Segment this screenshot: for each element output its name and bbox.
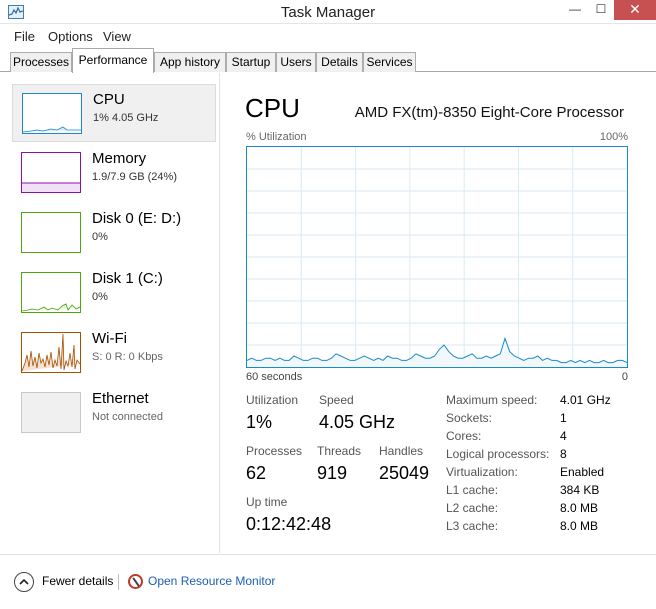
sidebar-disk0-detail: 0% [92,231,108,243]
speed-value: 4.05 GHz [319,412,396,432]
cpu-utilization-graph [246,146,628,368]
disk1-thumbnail-graph [21,272,81,313]
disk0-thumbnail-graph [21,212,81,253]
l1-cache-value: 384 KB [560,483,600,497]
sidebar-disk1-detail: 0% [92,291,108,303]
logical-processors-label: Logical processors: [446,447,550,461]
fewer-details-label[interactable]: Fewer details [42,574,113,588]
sidebar-memory-detail: 1.9/7.9 GB (24%) [92,171,177,183]
minimize-button[interactable]: — [562,0,588,20]
sidebar-item-disk-0[interactable]: Disk 0 (E: D:) 0% [12,204,216,262]
sidebar-cpu-detail: 1% 4.05 GHz [93,112,159,124]
tab-bar: Processes Performance App history Startu… [0,48,656,73]
sidebar-item-ethernet[interactable]: Ethernet Not connected [12,384,216,442]
footer-divider [118,574,119,590]
l2-cache-value: 8.0 MB [560,501,599,515]
time-axis-end-label: 0 [621,371,628,383]
resource-monitor-icon[interactable] [128,574,143,589]
cpu-detail-panel: CPU AMD FX(tm)-8350 Eight-Core Processor… [221,73,656,553]
open-resource-monitor-link[interactable]: Open Resource Monitor [148,574,275,588]
processor-name: AMD FX(tm)-8350 Eight-Core Processor [354,104,624,121]
sidebar-wifi-name: Wi-Fi [92,330,127,347]
menu-bar: File Options View [0,26,656,46]
cpu-graph-canvas [246,147,628,367]
maximize-button[interactable]: ☐ [588,0,614,20]
threads-value: 919 [317,463,348,483]
cpu-thumbnail-graph [22,93,82,134]
virtualization-label: Virtualization: [446,465,518,479]
handles-value: 25049 [379,463,430,483]
virtualization-value: Enabled [560,465,605,479]
sidebar-ethernet-detail: Not connected [92,411,163,423]
speed-label: Speed [319,393,354,407]
menu-view[interactable]: View [103,29,131,44]
cores-label: Cores: [446,429,482,443]
sidebar-disk1-name: Disk 1 (C:) [92,270,163,287]
menu-options[interactable]: Options [48,29,93,44]
sidebar-disk0-name: Disk 0 (E: D:) [92,210,182,227]
sidebar-wifi-detail: S: 0 R: 0 Kbps [92,351,163,363]
sockets-label: Sockets: [446,411,493,425]
footer-bar: Fewer details Open Resource Monitor [0,554,656,609]
page-title: CPU [245,93,300,123]
ethernet-thumbnail-graph [21,392,81,433]
fewer-details-button[interactable] [14,572,34,592]
memory-thumbnail-graph [21,152,81,193]
resource-sidebar: CPU 1% 4.05 GHz Memory 1.9/7.9 GB (24%) … [0,73,220,553]
processes-label: Processes [246,444,303,458]
tab-details[interactable]: Details [316,52,363,72]
sidebar-memory-name: Memory [92,150,147,167]
sockets-value: 1 [560,411,567,425]
close-button[interactable]: ✕ [614,0,656,20]
logical-processors-value: 8 [560,447,567,461]
max-speed-value: 4.01 GHz [560,393,611,407]
tab-services[interactable]: Services [363,52,416,72]
tab-users[interactable]: Users [276,52,316,72]
tab-app-history[interactable]: App history [154,52,226,72]
processes-value: 62 [246,463,267,483]
utilization-axis-label: % Utilization [246,131,307,143]
l3-cache-label: L3 cache: [446,519,499,533]
threads-label: Threads [317,444,362,458]
wifi-thumbnail-graph [21,332,81,373]
uptime-label: Up time [246,495,288,509]
menu-file[interactable]: File [14,29,35,44]
l1-cache-label: L1 cache: [446,483,499,497]
l2-cache-label: L2 cache: [446,501,499,515]
sidebar-ethernet-name: Ethernet [92,390,149,407]
sidebar-cpu-name: CPU [93,91,125,108]
cores-value: 4 [560,429,567,443]
uptime-value: 0:12:42:48 [246,514,332,534]
chevron-up-icon [19,578,29,585]
window-title: Task Manager [280,4,376,21]
handles-label: Handles [379,444,424,458]
sidebar-item-memory[interactable]: Memory 1.9/7.9 GB (24%) [12,144,216,202]
l3-cache-value: 8.0 MB [560,519,599,533]
tab-processes[interactable]: Processes [10,52,72,72]
tab-performance[interactable]: Performance [72,48,154,73]
utilization-max-label: 100% [599,131,628,143]
utilization-value: 1% [246,412,273,432]
utilization-label: Utilization [246,393,299,407]
sidebar-item-wifi[interactable]: Wi-Fi S: 0 R: 0 Kbps [12,324,216,382]
max-speed-label: Maximum speed: [446,393,538,407]
title-bar: Task Manager — ☐ ✕ [0,0,656,24]
tab-startup[interactable]: Startup [226,52,276,72]
sidebar-item-disk-1[interactable]: Disk 1 (C:) 0% [12,264,216,322]
time-axis-start-label: 60 seconds [246,371,303,383]
sidebar-item-cpu[interactable]: CPU 1% 4.05 GHz [12,84,216,142]
